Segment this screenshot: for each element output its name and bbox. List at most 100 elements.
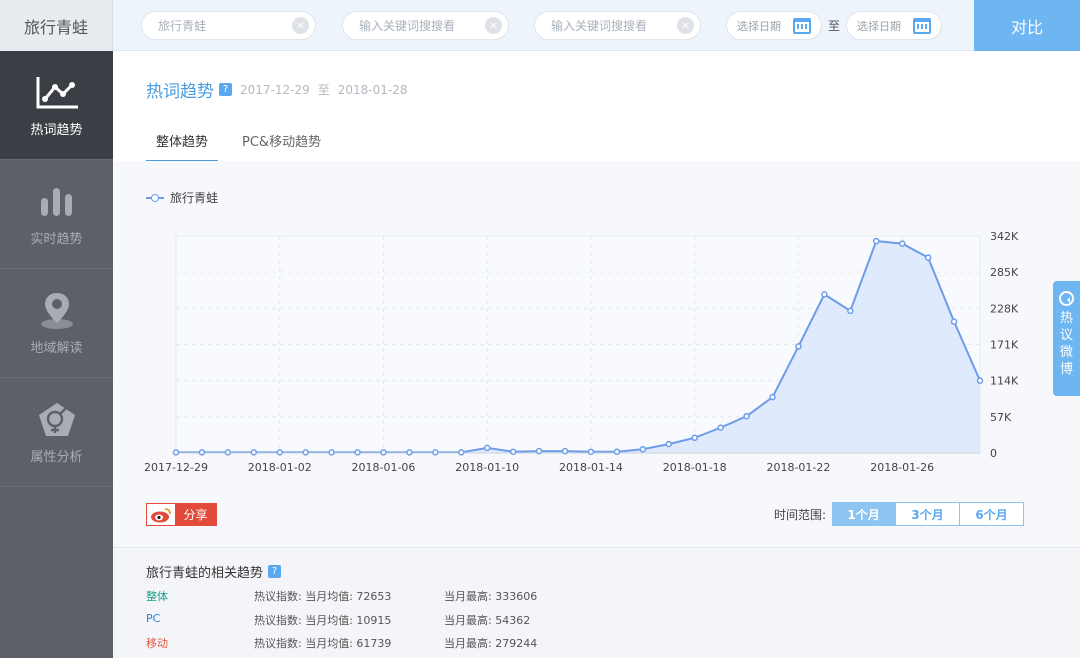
bar-chart-icon: [37, 182, 77, 222]
trend-chart: 0 57K 114K 171K 228K 285K 342K 2017-12-29 2018-0…: [144, 230, 1019, 474]
related-row-mobile: 移动 热议指数: 当月均值: 61739 当月最高: 279244: [146, 635, 537, 651]
sidebar-item-label: 属性分析: [30, 449, 83, 465]
y-tick-label: 114K: [990, 375, 1019, 388]
search-input-3[interactable]: 输入关键词搜搜看 ×: [534, 11, 701, 40]
data-point: [691, 434, 698, 442]
calendar-icon: [793, 17, 811, 34]
clear-icon[interactable]: ×: [485, 17, 502, 34]
data-point: [483, 444, 491, 452]
sidebar-item-realtime-trend[interactable]: 实时趋势: [0, 160, 113, 269]
data-point: [613, 448, 621, 455]
page-header: 热词趋势 ? 2017-12-29 至 2018-01-28: [146, 77, 408, 102]
related-title-text: 旅行青蛙的相关趋势: [146, 566, 264, 581]
data-point: [509, 448, 517, 455]
date-to-label: 至: [828, 19, 841, 33]
data-point: [769, 393, 776, 401]
data-point: [380, 449, 387, 456]
date-range-end: 2018-01-28: [337, 82, 408, 97]
search-input-1[interactable]: 旅行青蛙 ×: [141, 11, 316, 40]
search-input-2-placeholder: 输入关键词搜搜看: [359, 19, 456, 33]
data-point: [432, 449, 439, 456]
related-row-name: 移动: [146, 637, 168, 650]
help-icon[interactable]: ?: [219, 83, 232, 96]
x-tick-label: 2018-01-26: [870, 461, 934, 474]
weibo-icon: [147, 504, 175, 525]
related-row-name: PC: [146, 612, 161, 625]
x-tick-label: 2018-01-18: [663, 461, 727, 474]
related-row-overall: 整体 热议指数: 当月均值: 72653 当月最高: 333606: [146, 588, 537, 604]
data-point: [328, 449, 335, 456]
data-point: [873, 237, 880, 245]
share-button[interactable]: 分享: [146, 503, 217, 526]
sidebar: 热词趋势 实时趋势 地域解读 属性分析: [0, 51, 113, 658]
tab-pc-mobile[interactable]: PC&移动趋势: [232, 127, 331, 163]
tab-overall[interactable]: 整体趋势: [146, 127, 219, 163]
data-point: [924, 254, 932, 261]
related-row-name: 整体: [146, 590, 168, 603]
related-row-max: 当月最高: 279244: [444, 637, 538, 650]
y-tick-label: 342K: [990, 230, 1019, 243]
x-tick-label: 2018-01-22: [766, 461, 830, 474]
date-range-sep: 至: [317, 83, 330, 97]
data-point: [976, 377, 984, 384]
y-tick-label: 171K: [990, 339, 1019, 352]
time-range-selector: 时间范围: 1个月 3个月 6个月: [774, 502, 1025, 526]
y-tick-label: 285K: [990, 266, 1019, 279]
end-date-picker[interactable]: 选择日期: [846, 11, 942, 40]
brand-title: 旅行青蛙: [0, 0, 113, 51]
data-point: [587, 448, 595, 455]
chart-panel: 旅行青蛙 0 57K 114K 171K 228K 285K 342K 2017-12-29 2…: [113, 161, 1080, 547]
sidebar-item-label: 实时趋势: [30, 231, 83, 247]
data-point: [198, 449, 206, 456]
data-point: [717, 424, 724, 431]
data-point: [821, 291, 828, 298]
data-point: [898, 240, 906, 247]
data-point: [535, 447, 543, 455]
related-trends: 旅行青蛙的相关趋势 ? 整体 热议指数: 当月均值: 72653 当月最高: 3…: [113, 547, 1080, 658]
sidebar-item-label: 热词趋势: [30, 122, 83, 138]
data-point: [250, 449, 258, 456]
legend-label: 旅行青蛙: [170, 191, 219, 205]
hot-weibo-tab[interactable]: 热议微博: [1053, 281, 1080, 396]
data-point: [950, 318, 958, 325]
sidebar-item-region[interactable]: 地域解读: [0, 269, 113, 378]
data-point: [224, 449, 232, 456]
chart-legend[interactable]: 旅行青蛙: [146, 189, 218, 206]
end-date-placeholder: 选择日期: [857, 19, 901, 33]
x-tick-label: 2018-01-10: [455, 461, 519, 474]
x-tick-label: 2017-12-29: [144, 461, 208, 474]
data-point: [847, 307, 854, 315]
range-6-months[interactable]: 6个月: [960, 502, 1025, 526]
clear-icon[interactable]: ×: [292, 17, 309, 34]
x-tick-label: 2018-01-02: [248, 461, 312, 474]
line-chart-icon: [34, 73, 80, 113]
gender-icon: [37, 400, 77, 440]
y-tick-label: 57K: [990, 411, 1012, 424]
search-input-1-value: 旅行青蛙: [158, 19, 207, 33]
related-row-pc: PC 热议指数: 当月均值: 10915 当月最高: 54362: [146, 612, 530, 628]
data-point: [743, 412, 750, 420]
sidebar-item-label: 地域解读: [30, 340, 83, 356]
search-input-2[interactable]: 输入关键词搜搜看 ×: [342, 11, 509, 40]
help-icon[interactable]: ?: [268, 565, 282, 578]
related-row-avg: 热议指数: 当月均值: 61739: [254, 637, 392, 650]
search-input-3-placeholder: 输入关键词搜搜看: [551, 19, 648, 33]
start-date-picker[interactable]: 选择日期: [726, 11, 822, 40]
y-tick-label: 228K: [990, 302, 1019, 315]
y-tick-label: 0: [990, 447, 997, 460]
range-3-months[interactable]: 3个月: [896, 502, 961, 526]
related-title: 旅行青蛙的相关趋势 ?: [146, 562, 282, 581]
sidebar-item-hot-trend[interactable]: 热词趋势: [0, 51, 113, 160]
time-range-label: 时间范围:: [774, 507, 827, 522]
page-title: 热词趋势: [146, 82, 214, 102]
compare-button[interactable]: 对比: [974, 0, 1080, 51]
sidebar-item-attribute[interactable]: 属性分析: [0, 378, 113, 487]
range-1-month[interactable]: 1个月: [832, 502, 897, 526]
main-content: 热词趋势 ? 2017-12-29 至 2018-01-28 整体趋势 PC&移…: [113, 51, 1080, 658]
legend-marker: [146, 193, 164, 203]
related-row-avg: 热议指数: 当月均值: 10915: [254, 614, 392, 627]
data-point: [458, 449, 465, 456]
clear-icon[interactable]: ×: [677, 17, 694, 34]
top-bar: 旅行青蛙 旅行青蛙 × 输入关键词搜搜看 × 输入关键词搜搜看 × 选择日期 至…: [0, 0, 1080, 51]
arrow-left-icon: [1059, 291, 1074, 306]
